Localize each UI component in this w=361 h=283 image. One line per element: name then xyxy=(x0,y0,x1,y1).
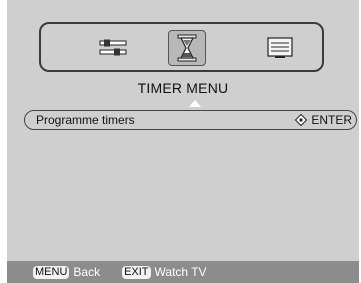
menu-item-label: Programme timers xyxy=(36,113,135,127)
footer-back[interactable]: MENU Back xyxy=(33,265,100,279)
menu-item-programme-timers[interactable]: Programme timers ENTER xyxy=(24,110,357,130)
tab-screen[interactable] xyxy=(260,30,300,66)
page-title: TIMER MENU xyxy=(137,80,229,96)
footer-exit[interactable]: EXIT Watch TV xyxy=(122,265,207,279)
tab-settings[interactable] xyxy=(93,30,133,66)
footer-bar: MENU Back EXIT Watch TV xyxy=(7,261,359,283)
back-label: Back xyxy=(73,265,101,279)
selection-caret-icon xyxy=(189,100,201,107)
hourglass-icon xyxy=(177,34,197,62)
navigate-diamond-icon xyxy=(295,114,308,126)
watch-tv-label: Watch TV xyxy=(154,265,207,279)
menu-icon-bar xyxy=(39,22,324,72)
enter-label: ENTER xyxy=(311,113,352,127)
menu-key-badge: MENU xyxy=(33,265,70,279)
enter-hint: ENTER xyxy=(295,113,352,127)
exit-key-badge: EXIT xyxy=(122,265,151,279)
sliders-icon xyxy=(99,39,127,56)
tab-timer[interactable] xyxy=(168,30,206,66)
screen-icon xyxy=(267,37,293,58)
